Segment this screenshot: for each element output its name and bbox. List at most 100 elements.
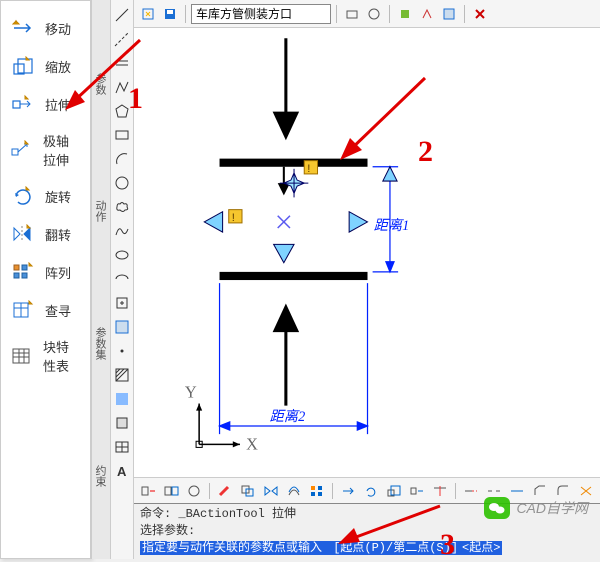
tool-arc[interactable]	[111, 148, 133, 170]
action-lookup[interactable]: 查寻	[5, 291, 86, 329]
warning-badge	[304, 161, 317, 174]
tab-param-sets[interactable]: 参数集	[92, 319, 110, 368]
action-label: 缩放	[45, 57, 71, 76]
tool-spline[interactable]	[111, 220, 133, 242]
table-icon	[11, 345, 33, 367]
action-label: 拉伸	[45, 95, 71, 114]
flip-icon	[11, 223, 35, 245]
tab-actions[interactable]: 动作	[92, 192, 110, 230]
action-label: 查寻	[45, 301, 71, 320]
action-move[interactable]: 移动	[5, 9, 86, 47]
mod-array[interactable]	[307, 482, 327, 500]
separator	[336, 5, 337, 23]
top-btn-4[interactable]	[417, 4, 437, 24]
polar-stretch-icon	[11, 139, 33, 161]
cmd-line-2: 选择参数:	[140, 523, 594, 540]
tool-point[interactable]	[111, 340, 133, 362]
action-stretch[interactable]: 拉伸	[5, 85, 86, 123]
action-polar-stretch[interactable]: 极轴拉伸	[5, 123, 86, 177]
drawing-canvas[interactable]: X Y	[134, 28, 600, 477]
tool-gradient[interactable]	[111, 388, 133, 410]
param-grip[interactable]	[383, 167, 397, 181]
mod-stretch[interactable]	[407, 482, 427, 500]
lookup-icon	[11, 299, 35, 321]
separator	[185, 5, 186, 23]
separator	[332, 483, 333, 499]
param-grip-left[interactable]	[204, 212, 222, 232]
separator	[209, 483, 210, 499]
axis-x-label: X	[246, 434, 258, 453]
tool-region[interactable]	[111, 412, 133, 434]
action-array[interactable]: 阵列	[5, 253, 86, 291]
tool-xline[interactable]	[111, 28, 133, 50]
tool-rect[interactable]	[111, 124, 133, 146]
tab-params[interactable]: 参数	[92, 65, 110, 103]
tool-ellipse-arc[interactable]	[111, 268, 133, 290]
action-label: 旋转	[45, 187, 71, 206]
top-btn-close[interactable]	[470, 4, 490, 24]
tool-mline[interactable]	[111, 52, 133, 74]
tool-insert[interactable]	[111, 292, 133, 314]
tab-constraints[interactable]: 约束	[92, 457, 110, 495]
top-btn-1[interactable]	[342, 4, 362, 24]
top-btn-learn[interactable]	[138, 4, 158, 24]
action-block-prop-table[interactable]: 块特性表	[5, 329, 86, 383]
bottom-bar	[220, 272, 368, 280]
mod-copy[interactable]	[238, 482, 258, 500]
tool-pline[interactable]	[111, 76, 133, 98]
tool-polygon[interactable]	[111, 100, 133, 122]
mod-mirror[interactable]	[261, 482, 281, 500]
top-btn-5[interactable]	[439, 4, 459, 24]
mod-erase[interactable]	[215, 482, 235, 500]
param-grip-right[interactable]	[349, 212, 367, 232]
action-label: 翻转	[45, 225, 71, 244]
svg-text:!: !	[307, 163, 310, 175]
top-btn-save[interactable]	[160, 4, 180, 24]
mod-rotate[interactable]	[361, 482, 381, 500]
mod-extend[interactable]	[461, 482, 481, 500]
rotate-icon	[11, 185, 35, 207]
action-scale[interactable]: 缩放	[5, 47, 86, 85]
top-toolbar	[134, 0, 600, 28]
action-label: 极轴拉伸	[43, 131, 80, 169]
top-bar	[220, 159, 368, 167]
action-label: 阵列	[45, 263, 71, 282]
mod-move[interactable]	[338, 482, 358, 500]
dim2-label: 距离2	[270, 408, 306, 425]
cmd-line-3: 指定要与动作关联的参数点或输入 [起点(P)/第二点(S)]<起点>	[140, 540, 594, 557]
action-panel: 移动 缩放 拉伸 极轴拉伸 旋转	[0, 0, 91, 559]
block-name-field[interactable]	[191, 4, 331, 24]
array-icon	[11, 261, 35, 283]
action-label: 移动	[45, 19, 71, 38]
draw-toolbar: A	[111, 0, 134, 559]
action-flip[interactable]: 翻转	[5, 215, 86, 253]
move-icon	[11, 17, 35, 39]
tool-circle[interactable]	[111, 172, 133, 194]
tool-hatch[interactable]	[111, 364, 133, 386]
svg-text:!: !	[232, 212, 235, 224]
scale-icon	[11, 55, 35, 77]
tool-ellipse[interactable]	[111, 244, 133, 266]
wechat-icon	[484, 497, 510, 519]
mod-trim[interactable]	[430, 482, 450, 500]
watermark: CAD自学网	[484, 497, 588, 519]
mod-offset[interactable]	[284, 482, 304, 500]
side-tabs: 参数 动作 参数集 约束	[91, 0, 111, 559]
mod-tool-1[interactable]	[138, 482, 158, 500]
param-grip-down[interactable]	[274, 244, 294, 262]
mod-tool-2[interactable]	[161, 482, 181, 500]
tool-text[interactable]: A	[111, 460, 133, 482]
watermark-text: CAD自学网	[516, 498, 588, 518]
mod-scale[interactable]	[384, 482, 404, 500]
top-btn-2[interactable]	[364, 4, 384, 24]
tool-block[interactable]	[111, 316, 133, 338]
top-btn-3[interactable]	[395, 4, 415, 24]
tool-revcloud[interactable]	[111, 196, 133, 218]
separator	[455, 483, 456, 499]
tool-line[interactable]	[111, 4, 133, 26]
dim1-label: 距离1	[374, 217, 410, 234]
mod-tool-3[interactable]	[184, 482, 204, 500]
separator	[464, 5, 465, 23]
tool-table[interactable]	[111, 436, 133, 458]
action-rotate[interactable]: 旋转	[5, 177, 86, 215]
